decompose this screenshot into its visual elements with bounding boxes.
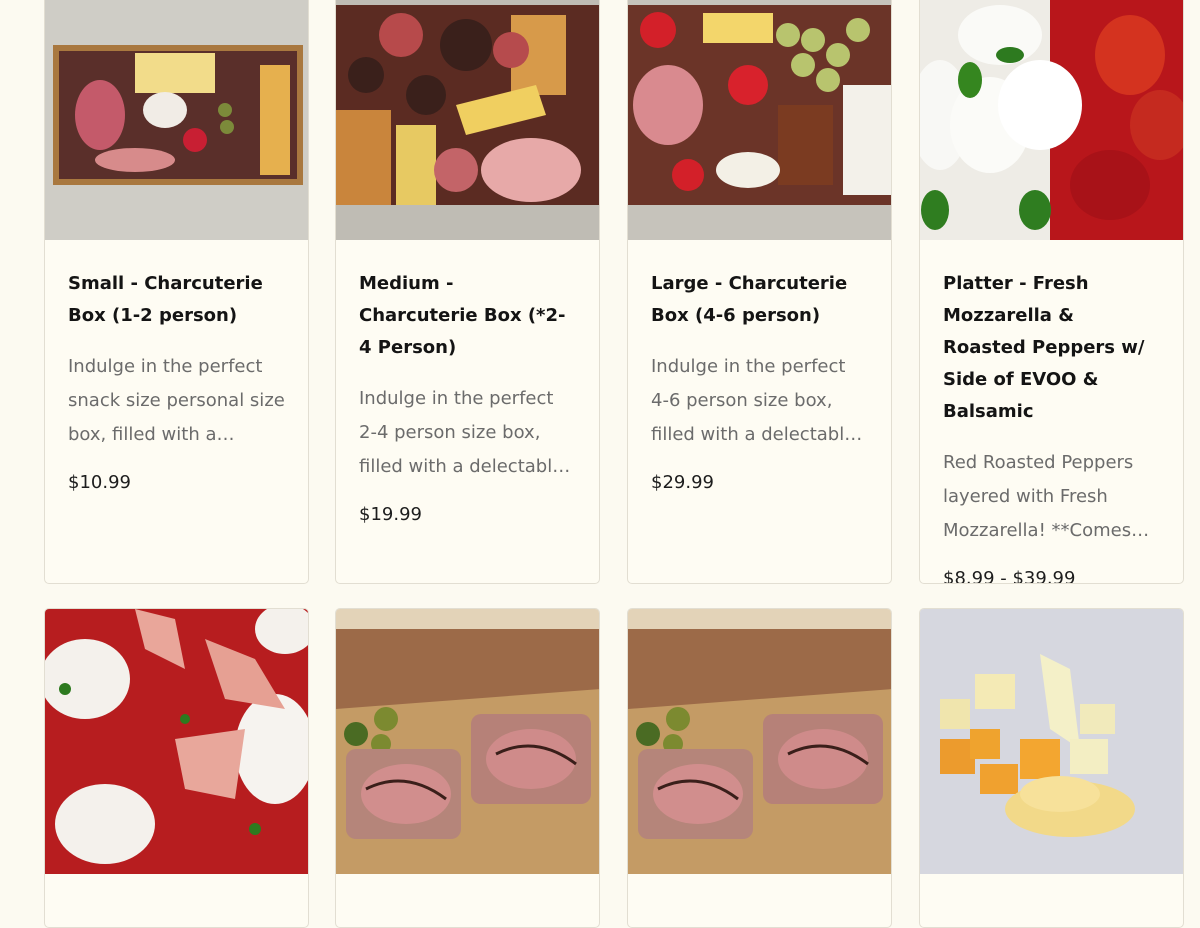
cheese-cubes-image[interactable] bbox=[920, 609, 1183, 874]
product-price: $10.99 bbox=[68, 472, 131, 493]
product-card-medium-charcuterie-box[interactable]: Medium - Charcuterie Box (*2-4 Person) I… bbox=[335, 0, 600, 584]
product-card-large-charcuterie-box[interactable]: Large - Charcuterie Box (4-6 person) Ind… bbox=[627, 0, 892, 584]
product-description: Red Roasted Peppers layered with Fresh M… bbox=[943, 452, 1134, 541]
product-title[interactable]: Small - Charcuterie Box (1-2 person) bbox=[68, 268, 285, 332]
product-card-prosciutto-flatbread-box[interactable] bbox=[335, 608, 600, 928]
product-price: $19.99 bbox=[359, 504, 422, 525]
medium-charcuterie-box-image[interactable] bbox=[336, 0, 599, 240]
product-card-cheese-cubes[interactable] bbox=[919, 608, 1184, 928]
product-card-small-charcuterie-box[interactable]: Small - Charcuterie Box (1-2 person) Ind… bbox=[44, 0, 309, 584]
mozzarella-peppers-platter-image[interactable] bbox=[920, 0, 1183, 240]
product-description: Indulge in the perfect 2-4 person size b… bbox=[359, 388, 564, 477]
product-card-mozzarella-peppers-platter[interactable]: Platter - Fresh Mozzarella & Roasted Pep… bbox=[919, 0, 1184, 584]
prosciutto-flatbread-box-image[interactable] bbox=[336, 609, 599, 874]
product-description: Indulge in the perfect snack size person… bbox=[68, 356, 285, 445]
large-charcuterie-box-image[interactable] bbox=[628, 0, 891, 240]
product-grid: Small - Charcuterie Box (1-2 person) Ind… bbox=[0, 0, 1200, 928]
product-card-burrata-prosciutto[interactable] bbox=[44, 608, 309, 928]
product-description: Indulge in the perfect 4-6 person size b… bbox=[651, 356, 856, 445]
product-title[interactable]: Large - Charcuterie Box (4-6 person) bbox=[651, 268, 868, 332]
burrata-prosciutto-image[interactable] bbox=[45, 609, 308, 874]
product-price: $8.99 - $39.99 bbox=[943, 568, 1076, 584]
product-title[interactable]: Platter - Fresh Mozzarella & Roasted Pep… bbox=[943, 268, 1160, 428]
product-card-prosciutto-flatbread-box-2[interactable] bbox=[627, 608, 892, 928]
small-charcuterie-box-image[interactable] bbox=[45, 0, 308, 240]
prosciutto-flatbread-box-image[interactable] bbox=[628, 609, 891, 874]
product-title[interactable]: Medium - Charcuterie Box (*2-4 Person) bbox=[359, 268, 576, 364]
product-price: $29.99 bbox=[651, 472, 714, 493]
